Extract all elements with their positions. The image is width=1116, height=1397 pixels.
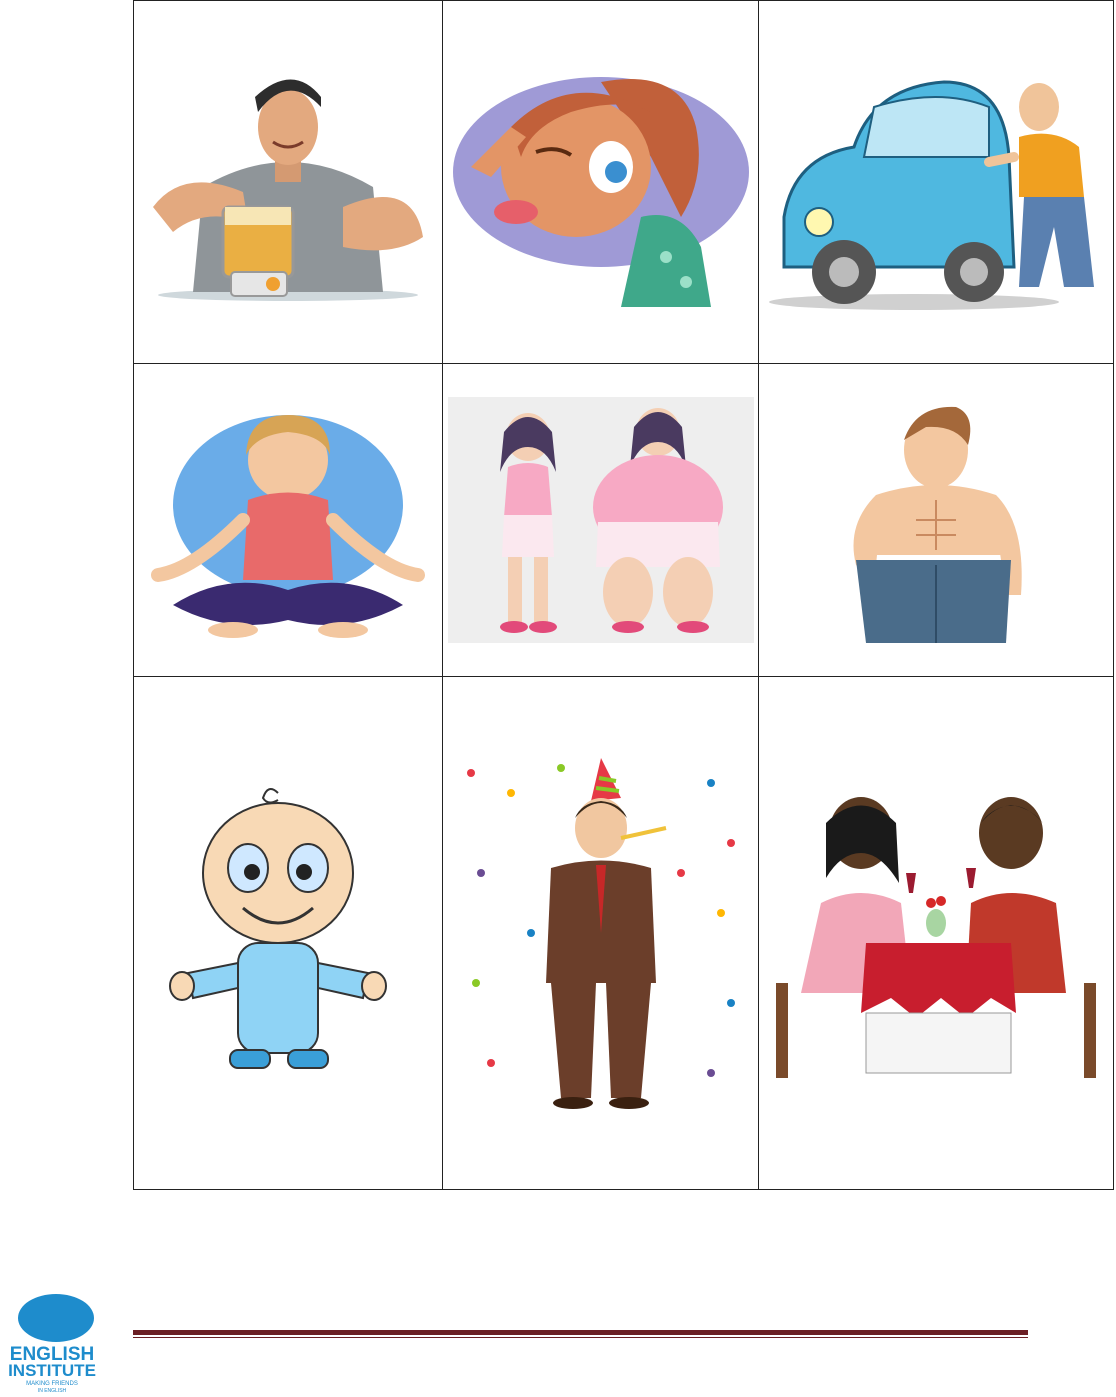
woman-meditating-illustration bbox=[151, 415, 425, 638]
girl-making-face-illustration bbox=[452, 77, 749, 307]
thin-and-fat-woman-illustration bbox=[447, 397, 754, 643]
logo-line2: INSTITUTE bbox=[8, 1361, 96, 1380]
man-at-party-illustration bbox=[466, 758, 735, 1109]
logo-tagline1: MAKING FRIENDS bbox=[26, 1381, 78, 1387]
english-institute-logo: ENGLISH INSTITUTE MAKING FRIENDS IN ENGL… bbox=[8, 1294, 96, 1394]
cell-car-pusher bbox=[758, 0, 1114, 364]
cell-meditation bbox=[133, 363, 443, 677]
footer-rule bbox=[133, 1330, 1028, 1335]
cell-face-girl bbox=[442, 0, 759, 364]
man-with-loose-jeans-illustration bbox=[853, 406, 1022, 643]
logo-tagline2: IN ENGLISH bbox=[38, 1388, 67, 1394]
baby-illustration bbox=[169, 788, 387, 1069]
cell-blender-man bbox=[133, 0, 443, 364]
cell-baby bbox=[133, 676, 443, 1190]
cell-loose-jeans bbox=[758, 363, 1114, 677]
cell-party-man bbox=[442, 676, 759, 1190]
footer-rule-thin bbox=[133, 1337, 1028, 1338]
muscular-man-blender-illustration bbox=[153, 79, 423, 301]
couple-dinner-date-illustration bbox=[776, 797, 1096, 1078]
cell-dinner-date bbox=[758, 676, 1114, 1190]
man-pushing-car-illustration bbox=[768, 80, 1094, 310]
cell-thin-fat bbox=[442, 363, 759, 677]
picture-grid bbox=[133, 0, 1114, 1190]
